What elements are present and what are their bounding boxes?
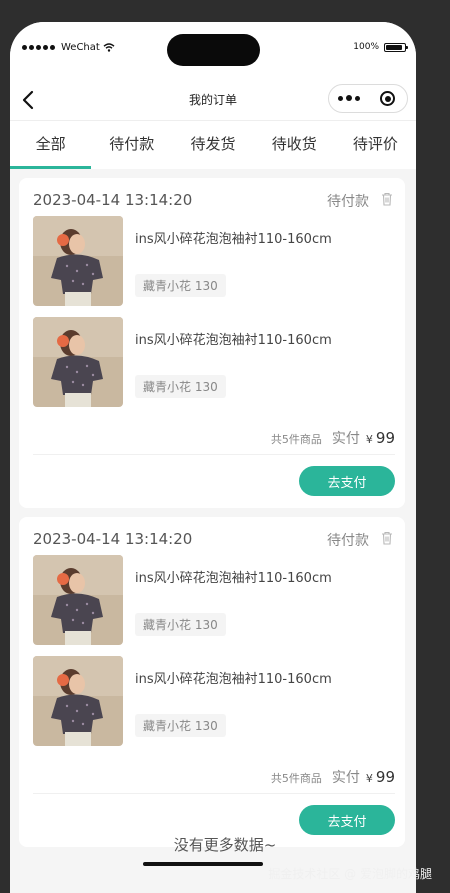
top-area: WeChat 100% 我的订单: [10, 22, 416, 120]
battery-percent: 100%: [353, 42, 379, 52]
currency-symbol: ¥: [365, 433, 373, 446]
paid-label: 实付: [331, 431, 360, 447]
phone-screen: WeChat 100% 我的订单 全部 待付款 待发货 待收货 待评价 2023…: [10, 22, 416, 893]
order-item[interactable]: ins风小碎花泡泡袖衬110-160cm 藏青小花 130: [33, 656, 393, 746]
divider: [33, 454, 395, 455]
product-name: ins风小碎花泡泡袖衬110-160cm: [135, 672, 332, 687]
order-amount: 99: [375, 768, 395, 786]
no-more-data-text: 没有更多数据~: [173, 836, 277, 854]
product-name: ins风小碎花泡泡袖衬110-160cm: [135, 333, 332, 348]
product-image: [33, 216, 123, 306]
product-image: [33, 317, 123, 407]
order-summary: 共5件商品 实付 ¥ 99: [271, 767, 395, 787]
order-item[interactable]: ins风小碎花泡泡袖衬110-160cm 藏青小花 130: [33, 317, 393, 407]
status-left: WeChat: [22, 42, 115, 53]
carrier-label: WeChat: [61, 42, 100, 53]
order-item[interactable]: ins风小碎花泡泡袖衬110-160cm 藏青小花 130: [33, 555, 393, 645]
order-date: 2023-04-14 13:14:20: [33, 530, 193, 548]
product-name: ins风小碎花泡泡袖衬110-160cm: [135, 571, 332, 586]
home-indicator[interactable]: [143, 862, 263, 866]
tab-pending-receipt[interactable]: 待收货: [254, 121, 335, 169]
pay-button[interactable]: 去支付: [299, 805, 395, 835]
target-circle-icon: [380, 91, 395, 106]
watermark-text: 掘金技术社区 @ 爱泡脚的鸡腿: [268, 867, 432, 881]
product-image: [33, 555, 123, 645]
tab-pending-payment[interactable]: 待付款: [91, 121, 172, 169]
trash-icon[interactable]: [381, 531, 393, 545]
order-card[interactable]: 2023-04-14 13:14:20 待付款 ins风小碎花泡泡袖衬110-1…: [19, 178, 405, 508]
order-status: 待付款: [327, 194, 369, 210]
product-sku: 藏青小花 130: [135, 714, 226, 737]
order-date: 2023-04-14 13:14:20: [33, 191, 193, 209]
tab-pending-review[interactable]: 待评价: [335, 121, 416, 169]
navigation-bar: 我的订单: [10, 80, 416, 120]
miniprogram-capsule: [328, 84, 408, 113]
product-name: ins风小碎花泡泡袖衬110-160cm: [135, 232, 332, 247]
order-card[interactable]: 2023-04-14 13:14:20 待付款 ins风小碎花泡泡袖衬110-1…: [19, 517, 405, 847]
trash-icon[interactable]: [381, 192, 393, 206]
close-miniprogram-button[interactable]: [368, 91, 407, 106]
tab-all[interactable]: 全部: [10, 121, 92, 169]
signal-icon: [22, 45, 55, 50]
wifi-icon: [103, 43, 115, 52]
item-count: 共5件商品: [270, 433, 322, 446]
order-summary: 共5件商品 实付 ¥ 99: [271, 428, 395, 448]
dynamic-island: [167, 34, 260, 66]
tab-pending-shipment[interactable]: 待发货: [172, 121, 253, 169]
battery-icon: [384, 42, 408, 52]
status-bar: WeChat 100%: [10, 22, 416, 80]
order-item[interactable]: ins风小碎花泡泡袖衬110-160cm 藏青小花 130: [33, 216, 393, 306]
more-options-icon[interactable]: [329, 95, 368, 102]
paid-label: 实付: [331, 770, 360, 786]
currency-symbol: ¥: [365, 772, 373, 785]
product-sku: 藏青小花 130: [135, 375, 226, 398]
order-status: 待付款: [327, 533, 369, 549]
item-count: 共5件商品: [270, 772, 322, 785]
pay-button[interactable]: 去支付: [299, 466, 395, 496]
divider: [33, 793, 395, 794]
order-tabs: 全部 待付款 待发货 待收货 待评价: [10, 120, 416, 169]
product-sku: 藏青小花 130: [135, 613, 226, 636]
order-amount: 99: [375, 429, 395, 447]
product-image: [33, 656, 123, 746]
product-sku: 藏青小花 130: [135, 274, 226, 297]
status-right: 100%: [353, 42, 408, 52]
